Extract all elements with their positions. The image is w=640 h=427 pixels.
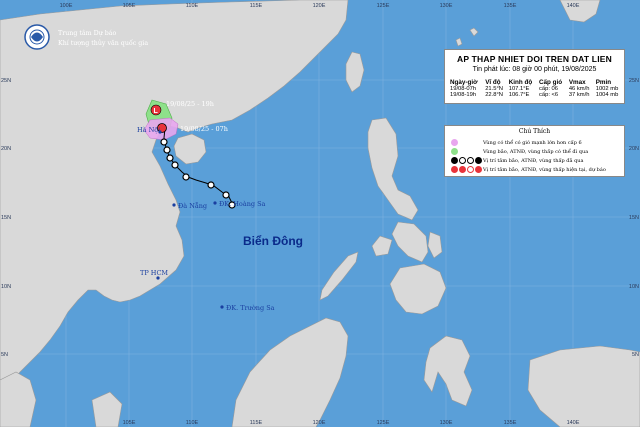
- lat-label: 5N: [632, 352, 639, 358]
- forecast-low-symbol: L: [154, 108, 159, 115]
- lat-label: 20N: [1, 146, 11, 152]
- past-position-marker: [171, 161, 179, 169]
- agency-line-2: Khí tượng thủy văn quốc gia: [58, 40, 148, 47]
- legend-item-path-area: Vùng bão, ATNĐ, vùng thấp có thể đi qua: [451, 147, 588, 156]
- current-time-label: 19/08/25 - 07h: [180, 125, 228, 133]
- bulletin-title: AP THAP NHIET DOI TREN DAT LIEN: [457, 54, 612, 64]
- hanoi-label: Hà Nội: [137, 125, 160, 134]
- legend-item-strong-wind: Vùng có thể có gió mạnh lớn hơn cấp 6: [451, 138, 582, 147]
- lat-label: 20N: [629, 146, 639, 152]
- bulletin-issued-time: Tin phát lúc: 08 giờ 00 phút, 19/08/2025: [472, 66, 597, 73]
- bulletin-table-header: Ngày-giờ Vĩ độ Kinh độ Cấp gió Vmax Pmin: [449, 79, 624, 86]
- legend-title: Chú Thích: [518, 128, 551, 135]
- bulletin-table: Ngày-giờ Vĩ độ Kinh độ Cấp gió Vmax Pmin…: [449, 79, 624, 98]
- agency-logo-icon: [24, 24, 50, 50]
- current-depression-icon: [459, 166, 466, 173]
- lon-label: 125E: [377, 420, 390, 426]
- lon-label: 110E: [186, 420, 199, 426]
- legend-label: Vị trí tâm bão, ATNĐ, vùng thấp hiện tại…: [483, 166, 606, 173]
- green-area-icon: [451, 148, 458, 155]
- lon-label: 110E: [186, 3, 199, 9]
- past-position-marker: [182, 173, 190, 181]
- lon-label: 130E: [440, 3, 453, 9]
- past-depression-icon: [459, 157, 466, 164]
- table-cell: 1004 mb: [595, 92, 619, 98]
- past-position-marker: [207, 181, 215, 189]
- legend-item-past: Vị trí tâm bão, ATNĐ, vùng thấp đã qua: [451, 156, 583, 165]
- truongsa-marker: [220, 305, 224, 309]
- table-row: 19/08-19h 22.8°N 106.7°E cấp: <6 37 km/h…: [449, 92, 624, 98]
- table-cell: cấp: <6: [538, 92, 559, 98]
- table-cell: 37 km/h: [568, 92, 590, 98]
- current-low-l-icon: [475, 166, 482, 173]
- hoangsa-marker: [213, 201, 217, 205]
- past-position-marker: [160, 138, 168, 146]
- lat-label: 25N: [629, 78, 639, 84]
- lon-label: 140E: [567, 420, 580, 426]
- danang-marker: [172, 203, 176, 207]
- lat-label: 10N: [629, 284, 639, 290]
- sea-name-label: Biển Đông: [243, 234, 303, 248]
- col-header: Pmin: [595, 79, 612, 86]
- legend-label: Vùng bão, ATNĐ, vùng thấp có thể đi qua: [483, 148, 589, 155]
- lat-label: 10N: [1, 284, 11, 290]
- table-cell: 106.7°E: [508, 92, 530, 98]
- current-low-icon: [467, 166, 474, 173]
- legend-label: Vùng có thể có gió mạnh lớn hơn cấp 6: [483, 139, 582, 146]
- past-storm-icon: [451, 157, 458, 164]
- col-header: Kinh độ: [508, 79, 533, 86]
- lon-label: 115E: [250, 420, 263, 426]
- lat-label: 15N: [1, 215, 11, 221]
- legend-item-current: Vị trí tâm bão, ATNĐ, vùng thấp hiện tại…: [451, 165, 606, 174]
- lon-label: 125E: [377, 3, 390, 9]
- lon-label: 135E: [504, 3, 517, 9]
- past-low-l-icon: [475, 157, 482, 164]
- lon-label: 120E: [313, 420, 326, 426]
- current-storm-icon: [451, 166, 458, 173]
- lat-label: 15N: [629, 215, 639, 221]
- agency-line-1: Trung tâm Dự báo: [58, 30, 117, 37]
- col-header: Ngày-giờ: [450, 79, 478, 86]
- past-position-marker: [163, 146, 171, 154]
- past-position-marker: [166, 154, 174, 162]
- past-position-marker: [222, 191, 230, 199]
- bulletin-box: AP THAP NHIET DOI TREN DAT LIEN Tin phát…: [444, 49, 625, 104]
- lat-label: 25N: [1, 78, 11, 84]
- table-cell: 22.8°N: [485, 92, 503, 98]
- table-cell: 19/08-19h: [450, 92, 477, 98]
- lon-label: 105E: [123, 3, 136, 9]
- lon-label: 140E: [567, 3, 580, 9]
- hoangsa-label: ĐK. Hoàng Sa: [219, 199, 266, 208]
- truongsa-label: ĐK. Trường Sa: [226, 304, 275, 312]
- col-header: Vmax: [568, 79, 586, 86]
- lat-label: 5N: [1, 352, 8, 358]
- lon-label: 130E: [440, 420, 453, 426]
- forecast-time-label: 19/08/25 - 19h: [166, 100, 214, 108]
- lon-label: 135E: [504, 420, 517, 426]
- hcm-label: TP HCM: [140, 269, 168, 277]
- pink-area-icon: [451, 139, 458, 146]
- lon-label: 120E: [313, 3, 326, 9]
- legend-label: Vị trí tâm bão, ATNĐ, vùng thấp đã qua: [483, 157, 584, 164]
- lon-label: 105E: [123, 420, 136, 426]
- col-header: Vĩ độ: [485, 79, 501, 86]
- lon-label: 115E: [250, 3, 263, 9]
- lon-label: 100E: [60, 3, 73, 9]
- danang-label: Đà Nẵng: [178, 201, 207, 210]
- past-low-icon: [467, 157, 474, 164]
- col-header: Cấp gió: [538, 79, 563, 86]
- legend-box: Chú Thích Vùng có thể có gió mạnh lớn hơ…: [444, 125, 625, 177]
